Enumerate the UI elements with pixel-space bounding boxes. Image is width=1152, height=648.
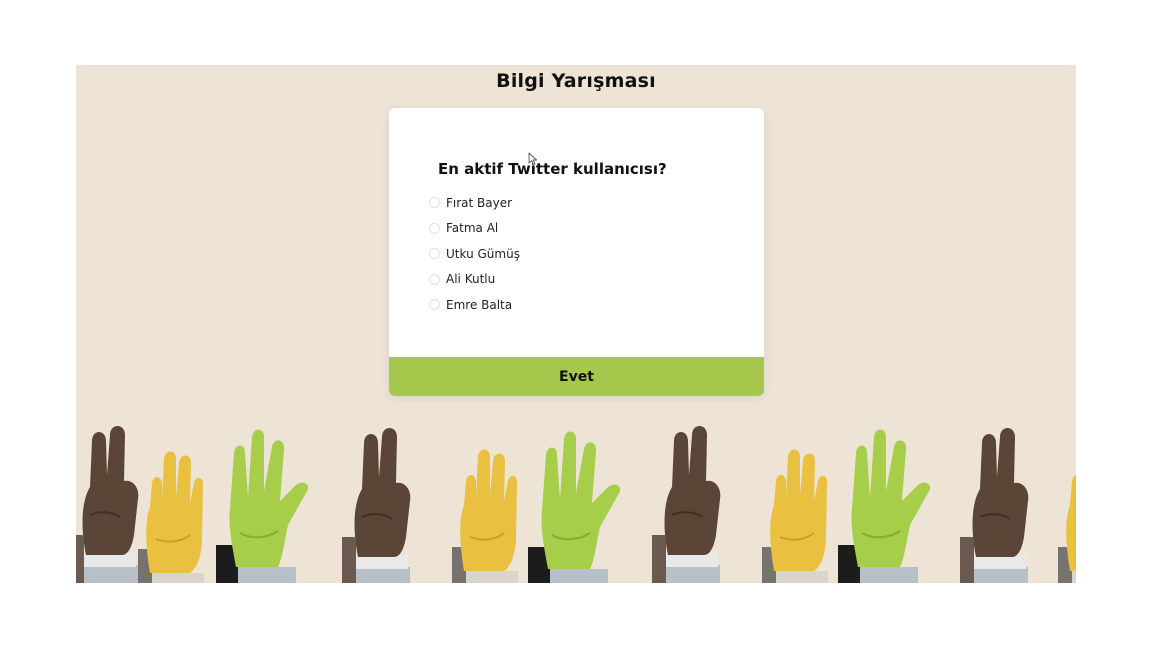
quiz-page: Bilgi Yarışması En aktif Twitter kullanı… [76, 65, 1076, 583]
mouse-pointer-icon [528, 152, 538, 166]
answer-label: Fatma Al [446, 221, 499, 236]
radio-button[interactable] [429, 299, 440, 311]
page-title: Bilgi Yarışması [496, 70, 656, 92]
radio-button[interactable] [429, 222, 440, 234]
question-text: En aktif Twitter kullanıcısı? [438, 160, 667, 178]
radio-button[interactable] [429, 197, 440, 209]
quiz-card: En aktif Twitter kullanıcısı? Fırat Baye… [389, 108, 764, 396]
radio-button[interactable] [429, 273, 440, 285]
answer-option-utku-gumus[interactable]: Utku Gümüş [429, 241, 520, 267]
answer-label: Emre Balta [446, 297, 513, 312]
answer-option-fatma-al[interactable]: Fatma Al [429, 216, 520, 242]
answer-list: Fırat Bayer Fatma Al Utku Gümüş Ali Kutl… [429, 190, 520, 318]
radio-button[interactable] [429, 248, 440, 260]
answer-option-ali-kutlu[interactable]: Ali Kutlu [429, 267, 520, 293]
answer-label: Fırat Bayer [446, 195, 513, 210]
answer-label: Utku Gümüş [446, 246, 520, 261]
submit-button[interactable]: Evet [389, 357, 764, 396]
answer-label: Ali Kutlu [446, 272, 496, 287]
answer-option-firat-bayer[interactable]: Fırat Bayer [429, 190, 520, 216]
hand-group-1 [76, 425, 310, 583]
raised-hands-illustration [76, 425, 1076, 583]
hand-group-3 [651, 425, 932, 583]
answer-option-emre-balta[interactable]: Emre Balta [429, 292, 520, 318]
hand-group-4 [959, 427, 1076, 583]
hand-group-2 [341, 427, 622, 583]
